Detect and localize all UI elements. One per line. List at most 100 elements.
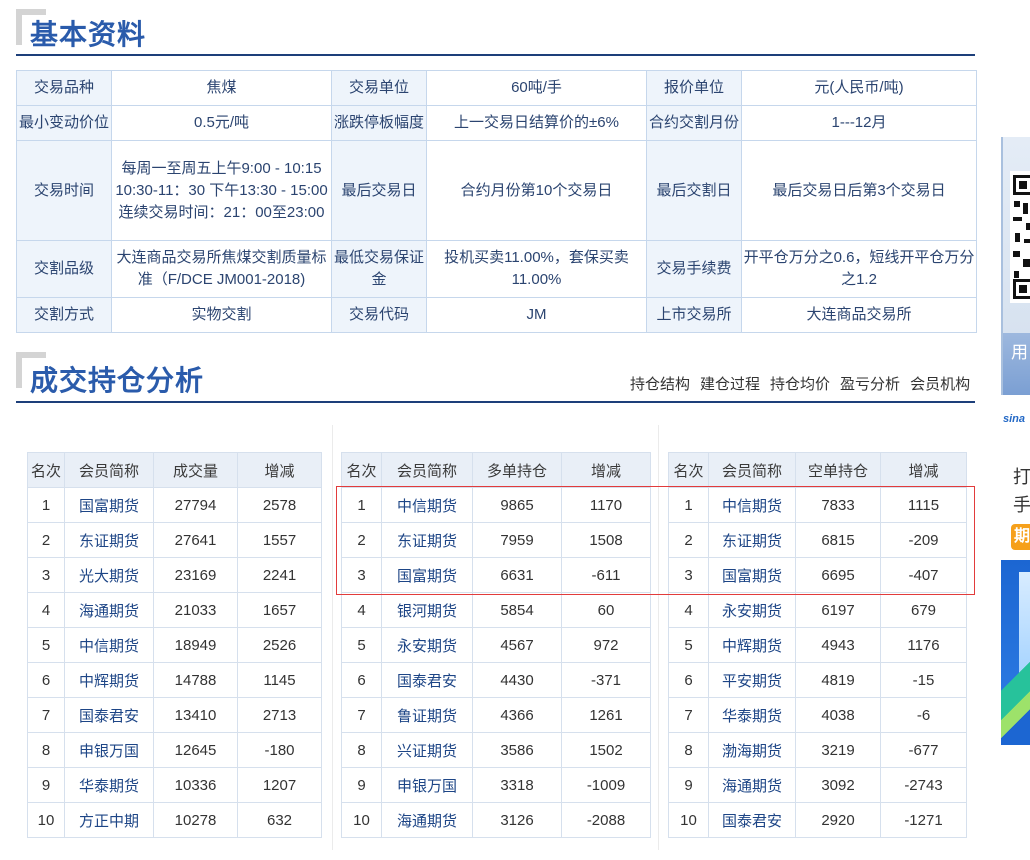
- member-link[interactable]: 中辉期货: [64, 662, 154, 698]
- rank-cell: 3: [27, 557, 65, 593]
- rank-cell: 1: [668, 487, 709, 523]
- member-link[interactable]: 国富期货: [708, 557, 796, 593]
- volume-change-cell: 632: [237, 802, 322, 838]
- member-link[interactable]: 东证期货: [64, 522, 154, 558]
- rank-cell: 8: [27, 732, 65, 768]
- nav-link-average-position-price[interactable]: 持仓均价: [770, 375, 830, 395]
- table-row: 3 国富期货 6631 -611: [341, 557, 651, 593]
- long-position-cell: 5854: [472, 592, 562, 628]
- member-link[interactable]: 银河期货: [381, 592, 473, 628]
- long-position-cell: 3318: [472, 767, 562, 803]
- rank-cell: 1: [341, 487, 382, 523]
- member-link[interactable]: 东证期货: [708, 522, 796, 558]
- member-link[interactable]: 海通期货: [64, 592, 154, 628]
- table-header-row: 名次 会员简称 多单持仓 增减: [341, 452, 651, 488]
- nav-link-member-institutions[interactable]: 会员机构: [910, 375, 970, 395]
- table-row: 4 银河期货 5854 60: [341, 592, 651, 628]
- volume-cell: 23169: [153, 557, 238, 593]
- long-position-cell: 4430: [472, 662, 562, 698]
- member-link[interactable]: 兴证期货: [381, 732, 473, 768]
- last-delivery-day-label: 最后交割日: [646, 140, 742, 241]
- member-link[interactable]: 华泰期货: [708, 697, 796, 733]
- member-link[interactable]: 永安期货: [381, 627, 473, 663]
- member-link[interactable]: 方正中期: [64, 802, 154, 838]
- member-link[interactable]: 华泰期货: [64, 767, 154, 803]
- nav-link-position-building[interactable]: 建仓过程: [700, 375, 760, 395]
- volume-cell: 27794: [153, 487, 238, 523]
- volume-cell: 10278: [153, 802, 238, 838]
- sina-ad-banner[interactable]: sina 打 手 期: [1001, 410, 1030, 745]
- rank-cell: 4: [668, 592, 709, 628]
- table-row: 4 海通期货 21033 1657: [27, 592, 322, 628]
- long-change-cell: 1508: [561, 522, 651, 558]
- member-link[interactable]: 海通期货: [708, 767, 796, 803]
- volume-cell: 13410: [153, 697, 238, 733]
- volume-cell: 12645: [153, 732, 238, 768]
- member-link[interactable]: 国富期货: [64, 487, 154, 523]
- member-link[interactable]: 中信期货: [381, 487, 473, 523]
- table-row: 8 兴证期货 3586 1502: [341, 732, 651, 768]
- member-link[interactable]: 国泰君安: [381, 662, 473, 698]
- long-position-ranking-table: 名次 会员简称 多单持仓 增减 1 中信期货 9865 1170 2 东证期货 7959 15…: [341, 452, 651, 838]
- short-change-cell: -15: [880, 662, 967, 698]
- member-link[interactable]: 申银万国: [381, 767, 473, 803]
- column-separator: [658, 425, 659, 850]
- rank-cell: 4: [341, 592, 382, 628]
- member-link[interactable]: 中信期货: [64, 627, 154, 663]
- member-link[interactable]: 光大期货: [64, 557, 154, 593]
- rank-header: 名次: [341, 452, 382, 488]
- short-position-cell: 2920: [795, 802, 881, 838]
- banner-graphic: [1001, 655, 1030, 745]
- basic-info-title: 基本资料: [30, 19, 147, 50]
- rank-cell: 6: [27, 662, 65, 698]
- rank-cell: 7: [27, 697, 65, 733]
- info-row: 交割方式 实物交割 交易代码 JM 上市交易所 大连商品交易所: [16, 297, 977, 333]
- quote-unit-value: 元(人民币/吨): [741, 70, 977, 106]
- long-change-cell: 1502: [561, 732, 651, 768]
- short-position-cell: 7833: [795, 487, 881, 523]
- price-limit-value: 上一交易日结算价的±6%: [426, 105, 647, 141]
- member-link[interactable]: 渤海期货: [708, 732, 796, 768]
- volume-change-cell: 2578: [237, 487, 322, 523]
- trade-variety-label: 交易品种: [16, 70, 112, 106]
- exchange-label: 上市交易所: [646, 297, 742, 333]
- member-link[interactable]: 中辉期货: [708, 627, 796, 663]
- long-position-cell: 3586: [472, 732, 562, 768]
- nav-link-position-structure[interactable]: 持仓结构: [630, 375, 690, 395]
- rank-cell: 8: [341, 732, 382, 768]
- table-row: 7 华泰期货 4038 -6: [668, 697, 967, 733]
- rank-cell: 3: [668, 557, 709, 593]
- short-position-ranking-body: 1 中信期货 7833 1115 2 东证期货 6815 -209 3 国富期货 6695 -407 4…: [668, 487, 967, 838]
- min-margin-value: 投机买卖11.00%，套保买卖11.00%: [426, 240, 647, 298]
- member-link[interactable]: 平安期货: [708, 662, 796, 698]
- table-row: 5 中辉期货 4943 1176: [668, 627, 967, 663]
- short-position-cell: 6695: [795, 557, 881, 593]
- long-change-cell: 1261: [561, 697, 651, 733]
- member-link[interactable]: 鲁证期货: [381, 697, 473, 733]
- table-row: 7 国泰君安 13410 2713: [27, 697, 322, 733]
- member-link[interactable]: 国富期货: [381, 557, 473, 593]
- qr-module: [1026, 223, 1030, 230]
- member-link[interactable]: 国泰君安: [708, 802, 796, 838]
- trading-code-label: 交易代码: [331, 297, 427, 333]
- quote-unit-label: 报价单位: [646, 70, 742, 106]
- member-link[interactable]: 永安期货: [708, 592, 796, 628]
- member-link[interactable]: 东证期货: [381, 522, 473, 558]
- table-row: 6 国泰君安 4430 -371: [341, 662, 651, 698]
- rank-cell: 5: [668, 627, 709, 663]
- change-header: 增减: [561, 452, 651, 488]
- trading-code-value: JM: [426, 297, 647, 333]
- member-link[interactable]: 申银万国: [64, 732, 154, 768]
- qr-ad-banner[interactable]: 用: [1001, 137, 1030, 395]
- member-link[interactable]: 国泰君安: [64, 697, 154, 733]
- rank-cell: 8: [668, 732, 709, 768]
- member-link[interactable]: 海通期货: [381, 802, 473, 838]
- long-change-cell: 972: [561, 627, 651, 663]
- qr-module: [1013, 217, 1022, 221]
- nav-link-profit-loss[interactable]: 盈亏分析: [840, 375, 900, 395]
- qr-module: [1024, 239, 1030, 243]
- long-position-cell: 3126: [472, 802, 562, 838]
- qr-code: [1010, 171, 1030, 303]
- member-link[interactable]: 中信期货: [708, 487, 796, 523]
- rank-cell: 7: [668, 697, 709, 733]
